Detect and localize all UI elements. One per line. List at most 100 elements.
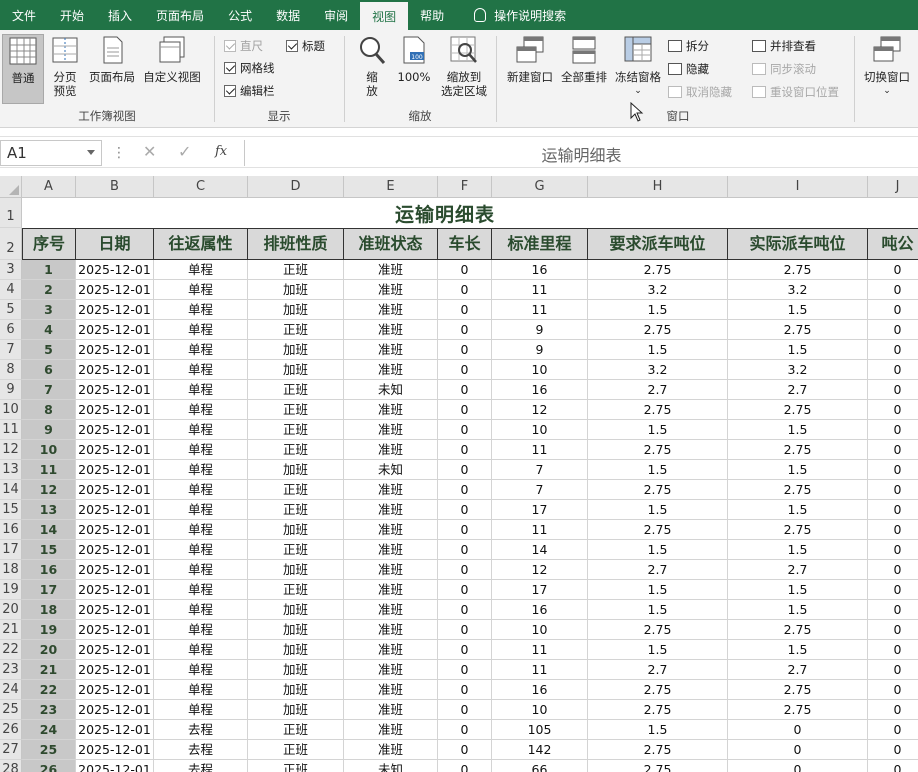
table-cell[interactable]: 7 — [22, 380, 76, 400]
table-cell[interactable]: 2025-12-01 — [76, 260, 154, 280]
table-cell[interactable]: 准班 — [344, 580, 438, 600]
table-cell[interactable]: 0 — [438, 580, 492, 600]
table-cell[interactable]: 0 — [868, 680, 918, 700]
table-cell[interactable]: 正班 — [248, 260, 344, 280]
table-cell[interactable]: 2025-12-01 — [76, 460, 154, 480]
table-cell[interactable]: 0 — [438, 280, 492, 300]
table-cell[interactable]: 12 — [492, 400, 588, 420]
table-cell[interactable]: 单程 — [154, 480, 248, 500]
table-cell[interactable]: 准班 — [344, 420, 438, 440]
table-cell[interactable]: 0 — [868, 600, 918, 620]
table-cell[interactable]: 加班 — [248, 640, 344, 660]
table-cell[interactable]: 0 — [868, 720, 918, 740]
table-cell[interactable]: 1.5 — [588, 300, 728, 320]
table-cell[interactable]: 单程 — [154, 620, 248, 640]
table-cell[interactable]: 0 — [438, 720, 492, 740]
table-cell[interactable]: 3.2 — [728, 280, 868, 300]
table-cell[interactable]: 11 — [492, 660, 588, 680]
table-cell[interactable]: 1.5 — [588, 600, 728, 620]
table-cell[interactable]: 0 — [438, 500, 492, 520]
table-cell[interactable]: 10 — [492, 700, 588, 720]
table-cell[interactable]: 0 — [728, 760, 868, 772]
row-header[interactable]: 6 — [0, 320, 22, 340]
table-cell[interactable]: 2.75 — [728, 520, 868, 540]
table-cell[interactable]: 2025-12-01 — [76, 560, 154, 580]
table-cell[interactable]: 正班 — [248, 540, 344, 560]
table-cell[interactable]: 0 — [728, 720, 868, 740]
table-cell[interactable]: 2 — [22, 280, 76, 300]
table-cell[interactable]: 加班 — [248, 360, 344, 380]
table-cell[interactable]: 2.75 — [588, 440, 728, 460]
table-cell[interactable]: 加班 — [248, 460, 344, 480]
table-header-cell[interactable]: 吨公 — [868, 228, 918, 260]
table-cell[interactable]: 11 — [22, 460, 76, 480]
zoom-button[interactable]: 缩 放 — [354, 34, 390, 98]
table-cell[interactable]: 2025-12-01 — [76, 440, 154, 460]
table-cell[interactable]: 去程 — [154, 740, 248, 760]
row-header[interactable]: 5 — [0, 300, 22, 320]
table-cell[interactable]: 2025-12-01 — [76, 620, 154, 640]
switch-windows-button[interactable]: 切换窗口 ⌄ — [860, 34, 914, 98]
table-cell[interactable]: 16 — [22, 560, 76, 580]
row-header[interactable]: 8 — [0, 360, 22, 380]
table-cell[interactable]: 单程 — [154, 380, 248, 400]
column-header-b[interactable]: B — [76, 176, 154, 198]
table-header-cell[interactable]: 序号 — [22, 228, 76, 260]
table-header-cell[interactable]: 实际派车吨位 — [728, 228, 868, 260]
table-cell[interactable]: 正班 — [248, 580, 344, 600]
row-header[interactable]: 24 — [0, 680, 22, 700]
table-cell[interactable]: 9 — [22, 420, 76, 440]
table-cell[interactable]: 准班 — [344, 640, 438, 660]
table-cell[interactable]: 1.5 — [588, 720, 728, 740]
sheet-title[interactable]: 运输明细表 — [22, 198, 868, 228]
table-cell[interactable]: 2.75 — [728, 700, 868, 720]
unhide-button[interactable]: 取消隐藏 — [668, 84, 732, 100]
table-cell[interactable]: 2.75 — [588, 520, 728, 540]
table-cell[interactable]: 单程 — [154, 440, 248, 460]
table-cell[interactable]: 2.75 — [728, 480, 868, 500]
table-cell[interactable]: 15 — [22, 540, 76, 560]
row-header[interactable]: 16 — [0, 520, 22, 540]
table-cell[interactable]: 2025-12-01 — [76, 660, 154, 680]
formula-bar-checkbox[interactable]: 编辑栏 — [224, 83, 275, 99]
table-cell[interactable]: 0 — [438, 360, 492, 380]
table-cell[interactable]: 正班 — [248, 380, 344, 400]
table-cell[interactable]: 2025-12-01 — [76, 340, 154, 360]
table-cell[interactable]: 2.75 — [728, 320, 868, 340]
table-cell[interactable]: 23 — [22, 700, 76, 720]
table-cell[interactable]: 66 — [492, 760, 588, 772]
table-cell[interactable]: 0 — [868, 660, 918, 680]
row-header[interactable]: 12 — [0, 440, 22, 460]
ruler-checkbox[interactable]: 直尺 — [224, 38, 263, 54]
table-cell[interactable]: 0 — [868, 400, 918, 420]
table-header-cell[interactable]: 日期 — [76, 228, 154, 260]
table-cell[interactable]: 0 — [438, 740, 492, 760]
table-cell[interactable]: 2.7 — [728, 660, 868, 680]
table-cell[interactable]: 0 — [868, 440, 918, 460]
table-cell[interactable]: 单程 — [154, 260, 248, 280]
custom-views-button[interactable]: 自定义视图 — [140, 34, 204, 84]
table-cell[interactable]: 2.7 — [588, 560, 728, 580]
table-cell[interactable]: 0 — [868, 560, 918, 580]
table-cell[interactable]: 17 — [492, 580, 588, 600]
table-cell[interactable]: 1.5 — [728, 340, 868, 360]
table-cell[interactable]: 2025-12-01 — [76, 640, 154, 660]
table-cell[interactable]: 0 — [868, 460, 918, 480]
table-cell[interactable]: 0 — [868, 540, 918, 560]
table-cell[interactable]: 0 — [868, 700, 918, 720]
table-cell[interactable]: 16 — [492, 380, 588, 400]
table-cell[interactable]: 22 — [22, 680, 76, 700]
tab-review[interactable]: 审阅 — [312, 0, 360, 30]
table-cell[interactable]: 1.5 — [588, 640, 728, 660]
table-cell[interactable]: 16 — [492, 600, 588, 620]
table-cell[interactable]: 0 — [438, 520, 492, 540]
freeze-panes-button[interactable]: 冻结窗格 ⌄ — [612, 34, 664, 98]
table-cell[interactable]: 10 — [492, 360, 588, 380]
tab-formulas[interactable]: 公式 — [216, 0, 264, 30]
table-cell[interactable]: 0 — [868, 260, 918, 280]
table-cell[interactable]: 8 — [22, 400, 76, 420]
table-cell[interactable]: 准班 — [344, 560, 438, 580]
table-cell[interactable]: 准班 — [344, 700, 438, 720]
table-cell[interactable]: 1.5 — [588, 580, 728, 600]
table-cell[interactable]: 单程 — [154, 640, 248, 660]
